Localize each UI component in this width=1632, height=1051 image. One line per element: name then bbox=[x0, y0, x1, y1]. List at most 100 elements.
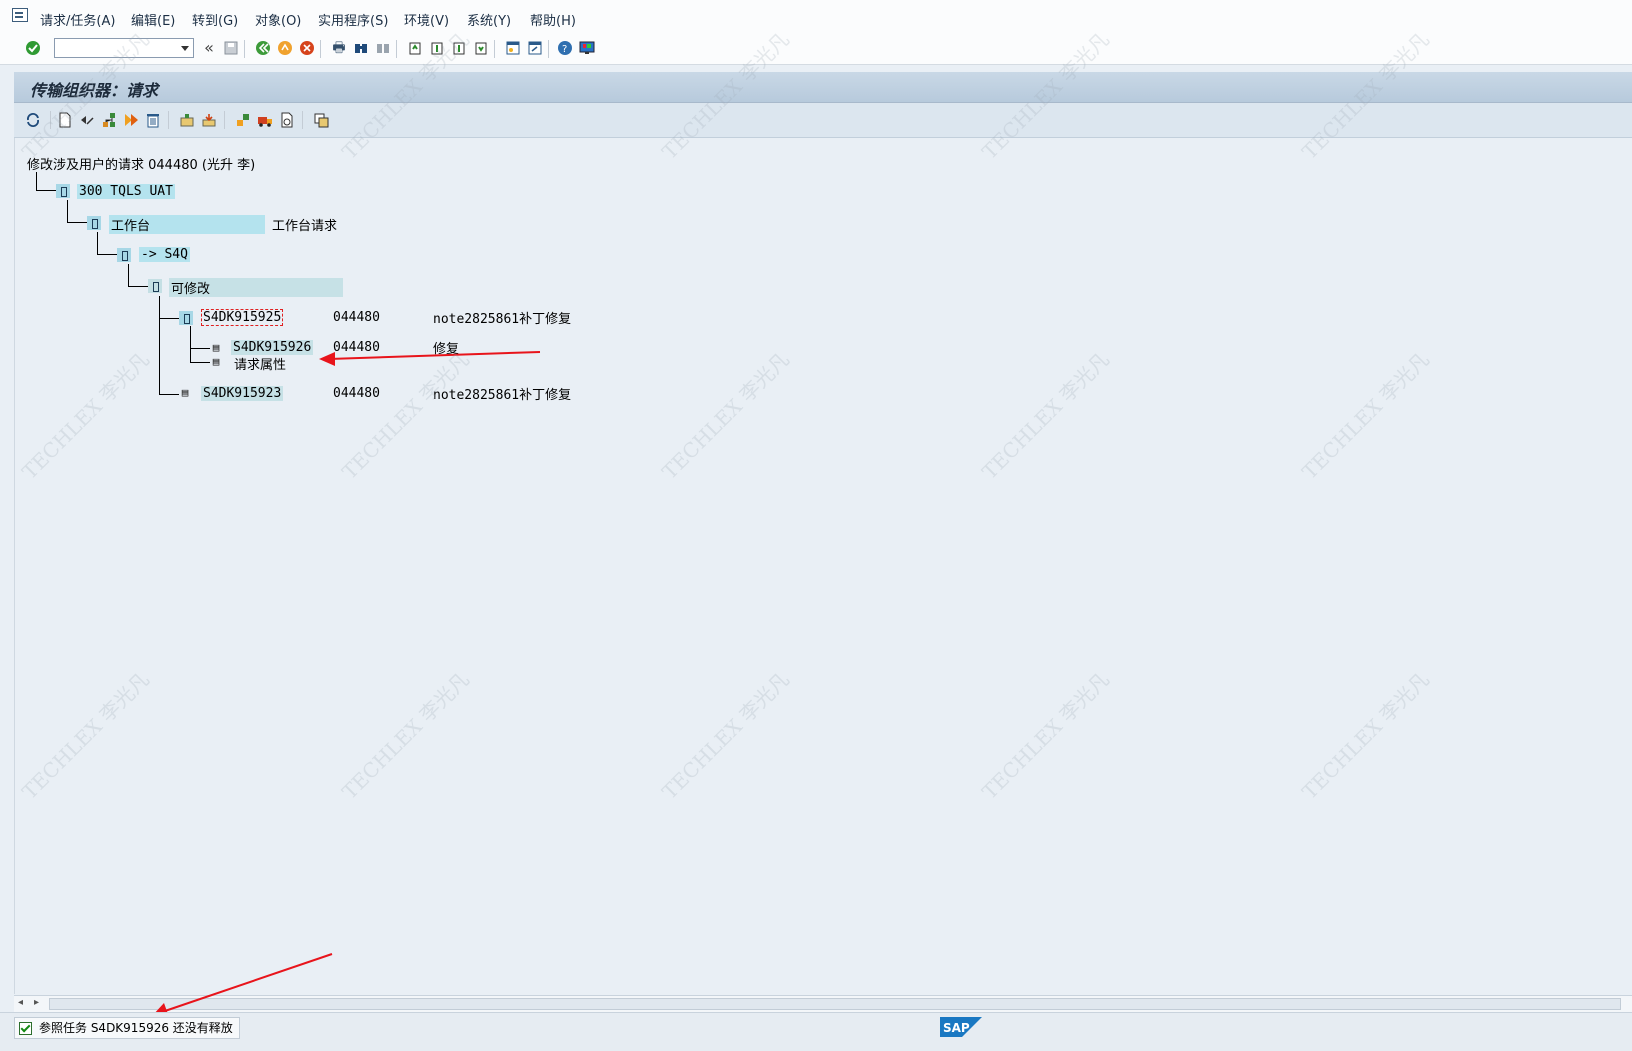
tree-root-label: 修改涉及用户的请求 044480 (光升 李) bbox=[27, 158, 256, 173]
change-owner-icon[interactable] bbox=[234, 111, 252, 129]
folder-node-icon[interactable] bbox=[148, 279, 162, 293]
tree-connector bbox=[159, 318, 179, 319]
toolbar-separator bbox=[50, 111, 51, 129]
menu-utilities[interactable]: 实用程序(S) bbox=[318, 10, 388, 29]
tree-node-workbench-desc: 工作台请求 bbox=[272, 219, 338, 234]
toolbar-separator bbox=[302, 111, 303, 129]
previous-page-icon[interactable] bbox=[428, 39, 446, 57]
menu-object[interactable]: 对象(O) bbox=[255, 10, 301, 29]
tree-task-id[interactable]: S4DK915926 bbox=[231, 340, 314, 355]
display-log-icon[interactable] bbox=[278, 111, 296, 129]
folder-node-icon[interactable] bbox=[117, 248, 131, 262]
folder-node-icon[interactable] bbox=[56, 184, 70, 198]
menu-goto[interactable]: 转到(G) bbox=[192, 10, 238, 29]
attributes-icon[interactable]: ▤ bbox=[210, 356, 222, 368]
toolbar-separator bbox=[548, 40, 549, 58]
next-page-icon[interactable] bbox=[450, 39, 468, 57]
hierarchy-icon[interactable] bbox=[100, 111, 118, 129]
exit-icon[interactable] bbox=[276, 39, 294, 57]
toolbar-separator bbox=[494, 40, 495, 58]
toolbar-separator bbox=[320, 40, 321, 58]
tree-node-workbench[interactable]: 工作台 bbox=[109, 215, 265, 234]
back-double-icon[interactable]: « bbox=[200, 39, 218, 57]
print-icon[interactable]: 🖶 bbox=[330, 39, 348, 57]
menu-environment[interactable]: 环境(V) bbox=[404, 10, 449, 29]
tree-request-attributes[interactable]: 请求属性 bbox=[234, 354, 286, 373]
toolbar-separator bbox=[396, 40, 397, 58]
tree-connector bbox=[190, 326, 191, 362]
toolbar-separator bbox=[224, 111, 225, 129]
page-title: 传输组织器：请求 bbox=[30, 81, 159, 100]
tree-node-target[interactable]: -> S4Q bbox=[139, 247, 190, 262]
tree-node-client[interactable]: 300 TQLS UAT bbox=[77, 184, 175, 199]
refresh-icon[interactable] bbox=[24, 111, 42, 129]
app-menu-icon[interactable] bbox=[12, 8, 28, 22]
status-bar: 参照任务 S4DK915926 还没有释放 SAP bbox=[0, 1012, 1632, 1051]
tree-connector bbox=[128, 286, 148, 287]
import-icon[interactable] bbox=[200, 111, 218, 129]
find-icon[interactable] bbox=[352, 39, 370, 57]
tree-node-modifiable[interactable]: 可修改 bbox=[169, 278, 343, 297]
tree-connector bbox=[159, 296, 160, 394]
tree-connector bbox=[97, 254, 117, 255]
release-icon[interactable] bbox=[122, 111, 140, 129]
tree-request-owner: 044480 bbox=[333, 310, 380, 325]
enter-check-icon[interactable] bbox=[24, 39, 42, 57]
command-input[interactable] bbox=[58, 40, 174, 58]
create-session-icon[interactable] bbox=[504, 39, 522, 57]
last-page-icon[interactable] bbox=[472, 39, 490, 57]
toolbar-separator bbox=[244, 40, 245, 58]
main-content: 修改涉及用户的请求 044480 (光升 李) 300 TQLS UAT 工作台… bbox=[14, 138, 1632, 994]
help-icon[interactable]: ? bbox=[556, 39, 574, 57]
create-icon[interactable] bbox=[56, 111, 74, 129]
menu-system[interactable]: 系统(Y) bbox=[467, 10, 511, 29]
tree-request-desc: note2825861补丁修复 bbox=[433, 388, 572, 403]
transport-object-icon[interactable] bbox=[178, 111, 196, 129]
menu-edit[interactable]: 编辑(E) bbox=[131, 10, 175, 29]
customize-layout-icon[interactable] bbox=[578, 39, 596, 57]
scroll-left-icon[interactable]: ◂ bbox=[18, 997, 23, 1008]
delete-icon[interactable] bbox=[144, 111, 162, 129]
cancel-icon[interactable] bbox=[298, 39, 316, 57]
request-document-icon[interactable]: ▤ bbox=[179, 387, 191, 399]
tree-request-id[interactable]: S4DK915925 bbox=[201, 309, 284, 326]
menu-bar: 请求/任务(A) 编辑(E) 转到(G) 对象(O) 实用程序(S) 环境(V)… bbox=[0, 0, 1632, 35]
tree-connector bbox=[36, 172, 37, 190]
tree-request-desc: note2825861补丁修复 bbox=[433, 312, 572, 327]
screen-title-bar: 传输组织器：请求 bbox=[14, 72, 1632, 103]
success-check-icon bbox=[19, 1022, 32, 1035]
folder-node-icon[interactable] bbox=[179, 311, 193, 325]
status-message[interactable]: 参照任务 S4DK915926 还没有释放 bbox=[14, 1017, 240, 1039]
annotation-arrow-icon bbox=[152, 953, 333, 1017]
save-icon[interactable] bbox=[222, 39, 240, 57]
scroll-right-icon[interactable]: ▸ bbox=[34, 997, 39, 1008]
sap-logo: SAP bbox=[940, 1017, 982, 1037]
command-field[interactable] bbox=[54, 38, 194, 58]
first-page-icon[interactable] bbox=[406, 39, 424, 57]
display-change-icon[interactable] bbox=[78, 111, 96, 129]
svg-text:?: ? bbox=[562, 44, 567, 55]
tree-connector bbox=[128, 264, 129, 286]
task-document-icon[interactable]: ▤ bbox=[210, 342, 222, 354]
find-next-icon[interactable] bbox=[374, 39, 392, 57]
shortcut-icon[interactable] bbox=[526, 39, 544, 57]
chevron-down-icon[interactable] bbox=[181, 46, 189, 51]
tree-connector bbox=[159, 394, 179, 395]
toolbar-separator bbox=[168, 111, 169, 129]
other-functions-icon[interactable] bbox=[312, 111, 330, 129]
sap-logo-text: SAP bbox=[943, 1021, 970, 1035]
tree-connector bbox=[36, 190, 56, 191]
tree-connector bbox=[190, 362, 210, 363]
tree-request-owner: 044480 bbox=[333, 386, 380, 401]
back-icon[interactable] bbox=[254, 39, 272, 57]
tree-request-id[interactable]: S4DK915923 bbox=[201, 386, 284, 401]
application-toolbar bbox=[14, 103, 1632, 138]
menu-request-task[interactable]: 请求/任务(A) bbox=[40, 10, 115, 29]
request-tree: 修改涉及用户的请求 044480 (光升 李) 300 TQLS UAT 工作台… bbox=[15, 138, 1015, 638]
folder-node-icon[interactable] bbox=[87, 216, 101, 230]
tree-connector bbox=[190, 348, 210, 349]
transport-truck-icon[interactable] bbox=[256, 111, 274, 129]
standard-toolbar: « 🖶 ? bbox=[0, 34, 1632, 65]
menu-help[interactable]: 帮助(H) bbox=[530, 10, 576, 29]
status-message-text: 参照任务 S4DK915926 还没有释放 bbox=[39, 1021, 233, 1035]
